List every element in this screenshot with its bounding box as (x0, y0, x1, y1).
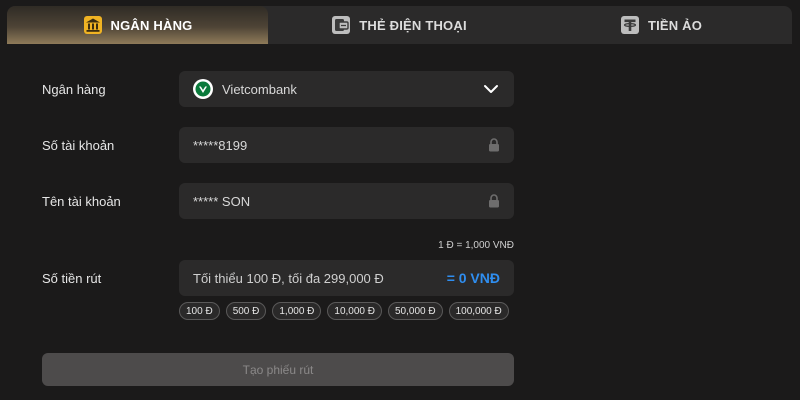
tab-crypto[interactable]: TIỀN ẢO (530, 6, 792, 44)
payment-method-tabs: NGÂN HÀNG THẺ ĐIỆN THOẠI TIỀN ẢO (7, 6, 792, 44)
bank-label: Ngân hàng (42, 82, 106, 97)
quick-amount-chip[interactable]: 1,000 Đ (272, 302, 322, 320)
amount-conversion: = 0 VNĐ (446, 270, 500, 286)
bank-select-value: Vietcombank (222, 81, 297, 97)
quick-amount-chip[interactable]: 100,000 Đ (448, 302, 509, 320)
bank-icon (83, 15, 103, 35)
tab-bank-label: NGÂN HÀNG (110, 17, 193, 33)
account-number-label: Số tài khoản (42, 138, 115, 153)
withdraw-form: Ngân hàng Vietcombank Số tài khoản *****… (7, 44, 792, 400)
create-withdrawal-button[interactable]: Tạo phiếu rút (42, 353, 514, 386)
amount-input[interactable]: Tối thiểu 100 Đ, tối đa 299,000 Đ = 0 VN… (179, 260, 514, 296)
lock-icon (488, 194, 500, 208)
lock-icon (488, 138, 500, 152)
quick-amounts: 100 Đ 500 Đ 1,000 Đ 10,000 Đ 50,000 Đ 10… (179, 302, 509, 320)
vietcombank-logo-icon (193, 79, 213, 99)
amount-placeholder: Tối thiểu 100 Đ, tối đa 299,000 Đ (193, 270, 384, 286)
account-number-field: *****8199 (179, 127, 514, 163)
quick-amount-chip[interactable]: 10,000 Đ (327, 302, 382, 320)
tab-phone-card[interactable]: THẺ ĐIỆN THOẠI (268, 6, 530, 44)
tether-icon (620, 15, 640, 35)
tab-bank[interactable]: NGÂN HÀNG (7, 6, 268, 44)
amount-label: Số tiền rút (42, 271, 102, 286)
tab-crypto-label: TIỀN ẢO (647, 17, 703, 33)
account-name-field: ***** SON (179, 183, 514, 219)
quick-amount-chip[interactable]: 50,000 Đ (388, 302, 443, 320)
account-name-label: Tên tài khoản (42, 194, 121, 209)
account-name-value: ***** SON (193, 193, 251, 209)
account-number-value: *****8199 (193, 137, 248, 153)
tab-phone-card-label: THẺ ĐIỆN THOẠI (359, 17, 467, 33)
exchange-rate-note: 1 Đ = 1,000 VNĐ (438, 240, 514, 251)
quick-amount-chip[interactable]: 100 Đ (179, 302, 220, 320)
chevron-down-icon[interactable] (482, 80, 500, 98)
bank-select[interactable]: Vietcombank (179, 71, 514, 107)
phone-card-icon (331, 15, 351, 35)
quick-amount-chip[interactable]: 500 Đ (225, 302, 267, 320)
